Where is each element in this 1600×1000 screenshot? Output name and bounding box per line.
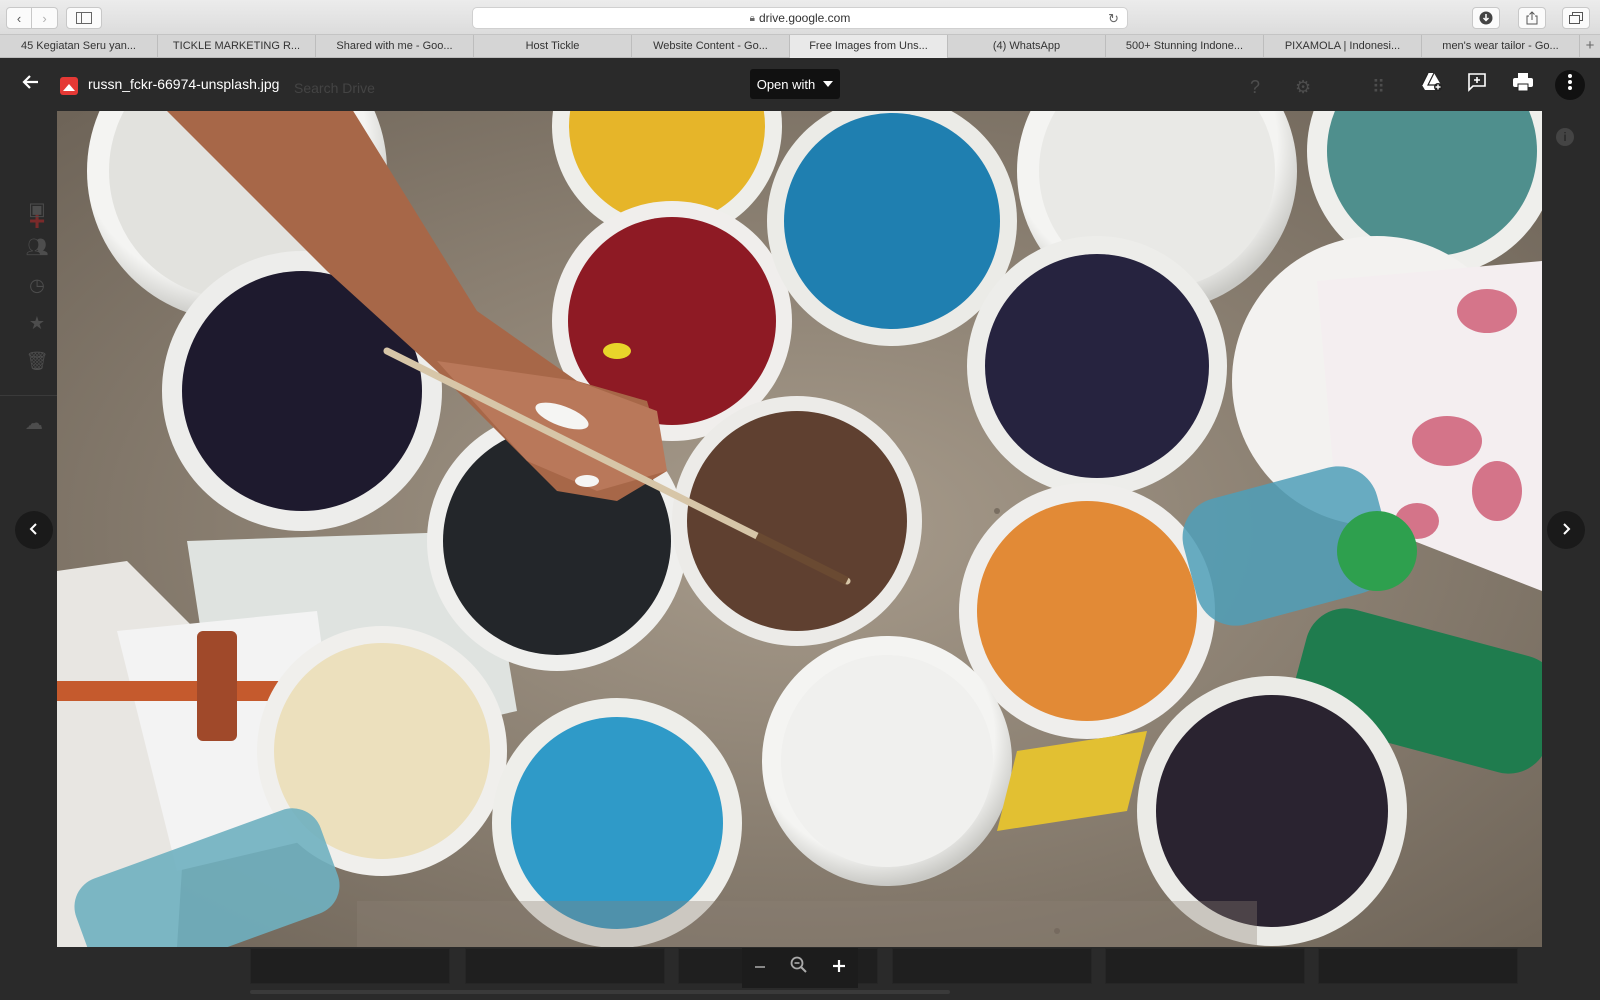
- drive-left-rail: ▣ 👥︎ ◷ ★ 🗑︎: [22, 148, 52, 380]
- browser-tab[interactable]: Host Tickle: [474, 35, 632, 58]
- next-file-button[interactable]: [1547, 511, 1585, 549]
- browser-toolbar: ‹ › 🔒︎ drive.google.com ↻: [0, 0, 1600, 35]
- file-thumbnail: [465, 948, 665, 984]
- tab-overview-button[interactable]: [1562, 7, 1590, 29]
- tab-bar: 45 Kegiatan Seru yan... TICKLE MARKETING…: [0, 35, 1600, 58]
- zoom-in-button[interactable]: [831, 957, 847, 980]
- my-drive-icon: ▣: [28, 198, 46, 219]
- downloads-button[interactable]: [1472, 7, 1500, 29]
- tabs-icon: [1569, 12, 1583, 24]
- sidebar-icon: [76, 12, 92, 24]
- arrow-left-icon: [22, 75, 38, 89]
- zoom-reset-button[interactable]: [790, 956, 808, 980]
- add-comment-icon: [1468, 73, 1486, 92]
- viewer-back-button[interactable]: [18, 72, 44, 98]
- drive-thumbnails-ghost: [250, 948, 1520, 984]
- browser-back-button[interactable]: ‹: [6, 7, 32, 29]
- chevron-right-icon: [1563, 523, 1571, 535]
- browser-tab[interactable]: 500+ Stunning Indone...: [1106, 35, 1264, 58]
- add-to-drive-icon: [1421, 72, 1442, 91]
- starred-icon: ★: [28, 312, 46, 333]
- share-icon: [1526, 11, 1538, 25]
- more-options-button[interactable]: [1555, 70, 1585, 100]
- storage-cloud-icon: ☁︎: [25, 413, 43, 433]
- rail-divider: [0, 395, 58, 396]
- new-tab-button[interactable]: +: [1580, 35, 1600, 57]
- paint-buckets-photo: [57, 111, 1542, 947]
- shared-icon: 👥︎: [25, 236, 49, 257]
- file-name: russn_fckr-66974-unsplash.jpg: [88, 76, 280, 92]
- share-group: [1518, 7, 1546, 29]
- print-icon: [1513, 73, 1533, 92]
- zoom-in-icon: [832, 959, 845, 972]
- browser-tab[interactable]: PIXAMOLA | Indonesi...: [1264, 35, 1422, 58]
- zoom-out-button[interactable]: [753, 957, 767, 980]
- toolbar-right: [1472, 7, 1500, 29]
- file-thumbnail: [250, 948, 450, 984]
- zoom-out-icon: [755, 965, 766, 968]
- browser-tab[interactable]: Shared with me - Goo...: [316, 35, 474, 58]
- browser-forward-button[interactable]: ›: [32, 7, 58, 29]
- previous-file-button[interactable]: [15, 511, 53, 549]
- recent-icon: ◷: [29, 274, 45, 295]
- file-thumbnail: [1318, 948, 1518, 984]
- reload-icon[interactable]: ↻: [1108, 11, 1119, 27]
- more-vert-icon: [1568, 74, 1572, 90]
- browser-tab[interactable]: 45 Kegiatan Seru yan...: [0, 35, 158, 58]
- print-button[interactable]: [1510, 72, 1536, 98]
- zoom-controls: [742, 948, 858, 988]
- file-thumbnail: [1105, 948, 1305, 984]
- tabs-overview-group: [1562, 7, 1590, 29]
- sidebar-toggle-button[interactable]: [66, 7, 102, 29]
- browser-tab[interactable]: Website Content - Go...: [632, 35, 790, 58]
- add-to-drive-button[interactable]: [1419, 72, 1445, 98]
- lock-icon: 🔒︎: [749, 12, 755, 24]
- browser-tab[interactable]: men's wear tailor - Go...: [1422, 35, 1580, 58]
- browser-tab[interactable]: TICKLE MARKETING R...: [158, 35, 316, 58]
- image-preview[interactable]: [57, 111, 1542, 947]
- download-icon: [1479, 11, 1493, 25]
- file-thumbnail: [892, 948, 1092, 984]
- history-nav: ‹ ›: [6, 7, 58, 29]
- open-with-button[interactable]: Open with: [750, 69, 840, 99]
- address-text: drive.google.com: [758, 11, 851, 25]
- chevron-left-icon: [29, 523, 37, 535]
- viewer-header: russn_fckr-66974-unsplash.jpg Open with: [0, 58, 1600, 112]
- trash-icon: 🗑︎: [25, 350, 49, 371]
- caret-down-icon: [823, 81, 834, 87]
- address-bar[interactable]: 🔒︎ drive.google.com ↻: [472, 7, 1128, 29]
- image-file-icon: [60, 77, 78, 95]
- add-comment-button[interactable]: [1464, 72, 1490, 98]
- open-with-label: Open with: [756, 76, 816, 92]
- zoom-reset-icon: [790, 956, 807, 973]
- browser-tab-active[interactable]: Free Images from Uns...: [790, 35, 948, 58]
- info-icon: i: [1556, 128, 1574, 146]
- share-button[interactable]: [1518, 7, 1546, 29]
- browser-tab[interactable]: (4) WhatsApp: [948, 35, 1106, 58]
- thumbnail-scrollbar[interactable]: [250, 990, 950, 994]
